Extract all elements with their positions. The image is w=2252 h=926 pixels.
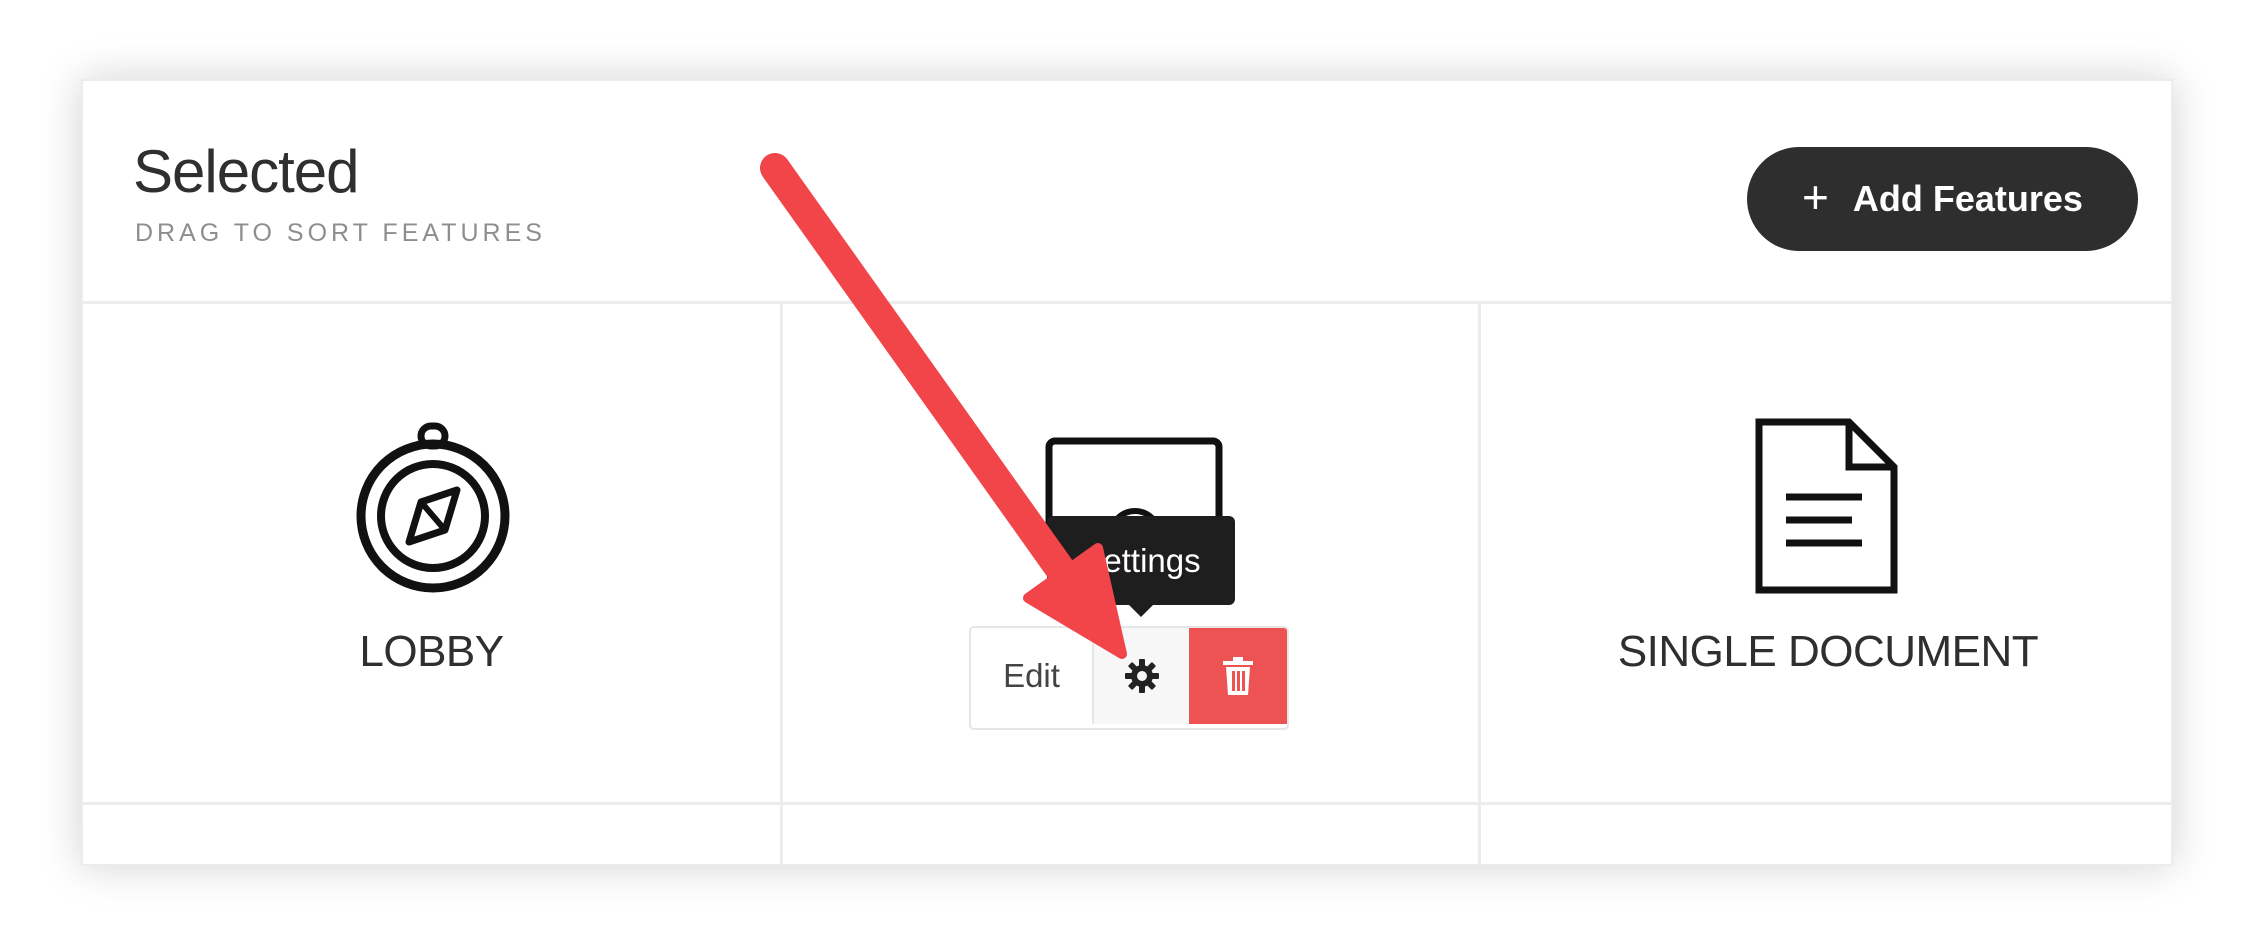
compass-icon (356, 422, 510, 593)
edit-button[interactable]: Edit (971, 628, 1094, 724)
settings-tooltip: Settings (1047, 516, 1235, 617)
document-icon (1755, 418, 1898, 594)
gear-icon (1124, 659, 1159, 693)
panel-header: Selected DRAG TO SORT FEATURES + Add Fea… (83, 81, 2171, 304)
delete-button[interactable] (1189, 628, 1287, 724)
feature-card-partial[interactable] (1481, 805, 2171, 864)
page-title: Selected (133, 138, 359, 205)
page-subtitle: DRAG TO SORT FEATURES (135, 219, 546, 247)
feature-card-partial[interactable] (83, 805, 780, 864)
add-features-label: Add Features (1852, 178, 2083, 219)
feature-label: SINGLE DOCUMENT (1617, 627, 2039, 676)
feature-label: LOBBY (359, 627, 504, 676)
feature-card-single-document[interactable]: SINGLE DOCUMENT (1481, 307, 2171, 802)
selected-features-panel: Selected DRAG TO SORT FEATURES + Add Fea… (81, 79, 2173, 866)
feature-card-lobby[interactable]: LOBBY (83, 307, 780, 802)
feature-card-partial[interactable] (783, 805, 1478, 864)
settings-button[interactable] (1094, 628, 1189, 724)
add-features-button[interactable]: + Add Features (1747, 147, 2138, 251)
feature-action-toolbar: Edit (969, 626, 1289, 730)
screenshot-stage: Selected DRAG TO SORT FEATURES + Add Fea… (0, 0, 2252, 926)
plus-icon: + (1802, 171, 1829, 223)
trash-icon (1223, 657, 1253, 695)
